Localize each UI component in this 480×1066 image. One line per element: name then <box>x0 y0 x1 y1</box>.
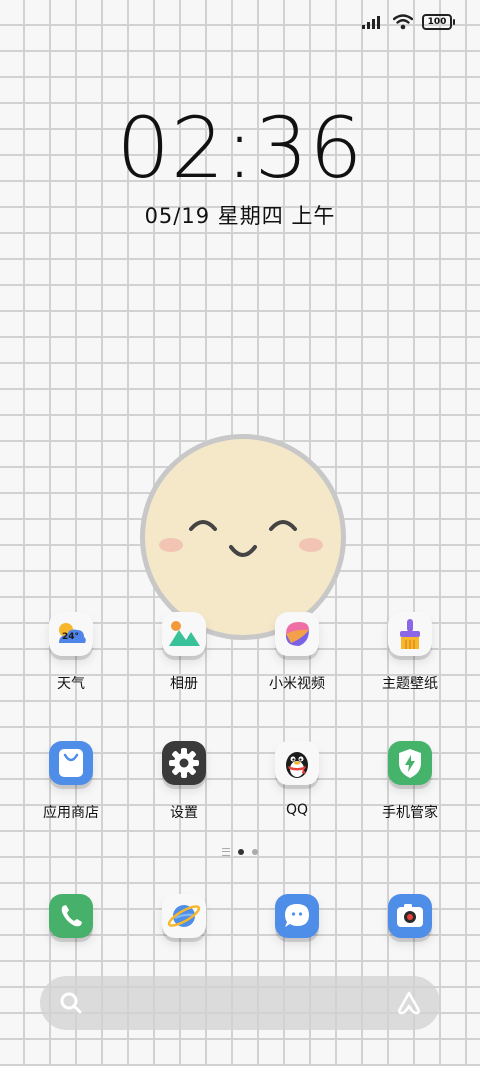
app-label: 应用商店 <box>43 805 99 821</box>
penguin-icon <box>275 741 319 785</box>
paintbrush-icon <box>388 612 432 656</box>
weather-temperature: 24° <box>62 632 80 642</box>
assistant-icon[interactable] <box>394 990 424 1016</box>
page-indicator[interactable] <box>0 848 480 856</box>
page-dot-active <box>238 849 244 855</box>
app-label: 小米视频 <box>269 676 325 692</box>
app-label: 设置 <box>170 805 198 821</box>
app-settings[interactable]: 设置 <box>129 741 239 822</box>
messages-icon <box>275 894 319 938</box>
dock-browser[interactable] <box>129 894 239 938</box>
app-themes[interactable]: 主题壁纸 <box>355 612 465 693</box>
drawer-lines-icon <box>222 848 230 856</box>
wifi-icon <box>393 14 413 30</box>
phone-icon <box>49 894 93 938</box>
gear-icon <box>162 741 206 785</box>
gallery-icon <box>162 612 206 656</box>
browser-icon <box>162 894 206 938</box>
lockscreen-clock[interactable]: 02:36 <box>0 98 480 198</box>
app-gallery[interactable]: 相册 <box>129 612 239 693</box>
app-label: 手机管家 <box>382 805 438 821</box>
page-dot <box>252 849 258 855</box>
search-bar[interactable] <box>40 976 440 1030</box>
app-mi-video[interactable]: 小米视频 <box>242 612 352 693</box>
app-store-icon <box>49 741 93 785</box>
app-label: QQ <box>285 802 309 818</box>
lockscreen-date[interactable]: 05/19 星期四 上午 <box>0 200 480 230</box>
battery-level: 100 <box>427 17 447 27</box>
signal-icon <box>362 16 380 29</box>
app-security[interactable]: 手机管家 <box>355 741 465 822</box>
dock-messages[interactable] <box>242 894 352 938</box>
app-qq[interactable]: QQ <box>242 741 352 818</box>
app-label: 天气 <box>57 676 85 692</box>
camera-icon <box>388 894 432 938</box>
smiley-sun-wallpaper <box>140 434 346 640</box>
dock-camera[interactable] <box>355 894 465 938</box>
shield-icon <box>388 741 432 785</box>
search-icon <box>60 992 82 1014</box>
mi-video-icon <box>275 612 319 656</box>
app-label: 主题壁纸 <box>382 676 438 692</box>
battery-icon: 100 <box>422 14 455 30</box>
app-label: 相册 <box>170 676 198 692</box>
app-weather[interactable]: 24° 天气 <box>16 612 126 693</box>
dock-phone[interactable] <box>16 894 126 938</box>
app-app-store[interactable]: 应用商店 <box>16 741 126 822</box>
weather-icon: 24° <box>49 612 93 656</box>
status-bar: 100 <box>362 10 455 34</box>
